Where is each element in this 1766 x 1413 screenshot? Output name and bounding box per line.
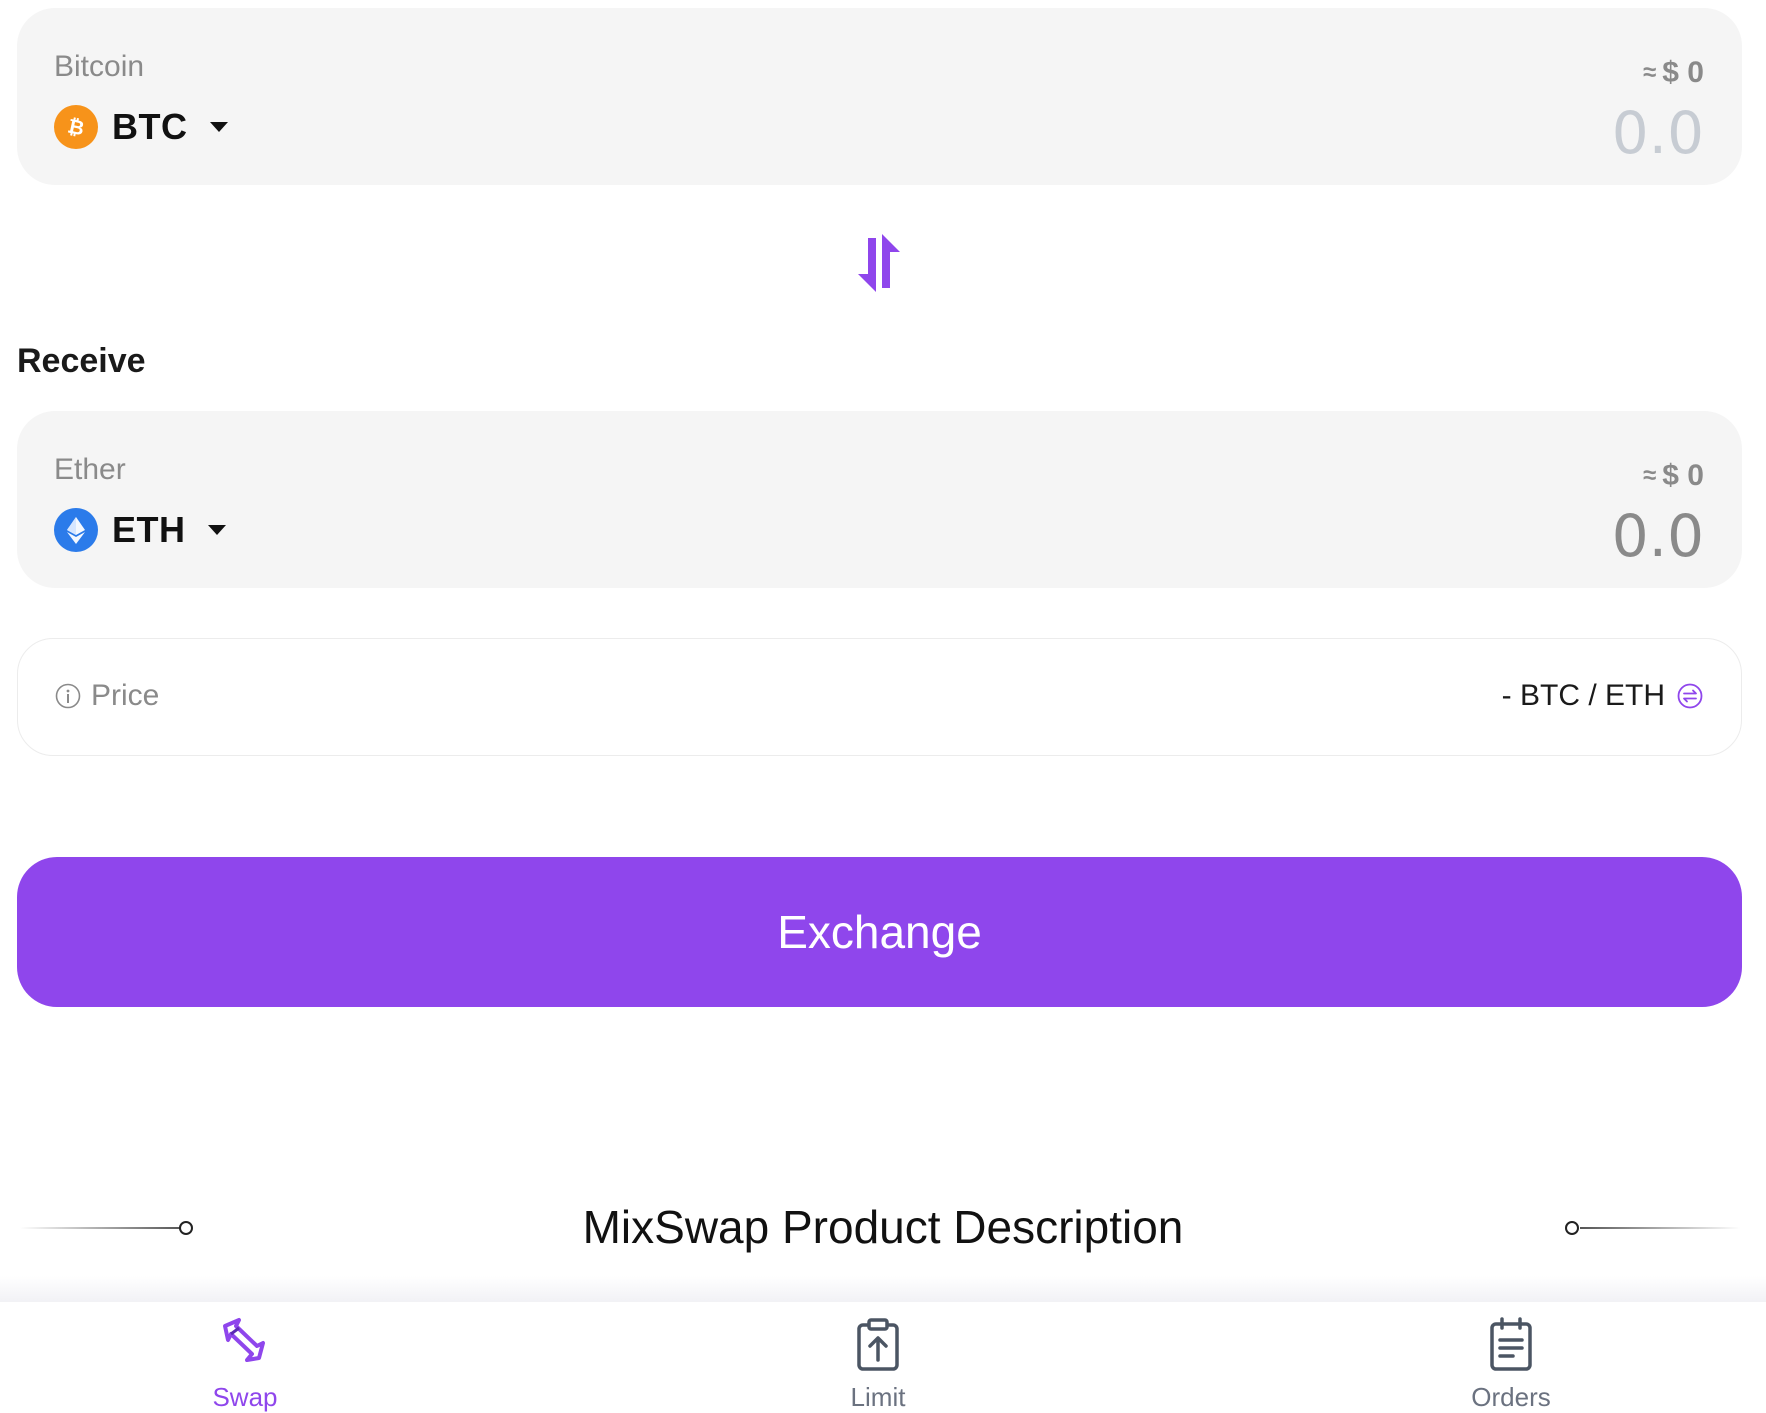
nav-label-swap: Swap xyxy=(212,1382,278,1412)
nav-item-limit[interactable]: Limit xyxy=(778,1316,978,1413)
bitcoin-icon: ₿ xyxy=(54,105,98,149)
receive-token-name: Ether xyxy=(54,453,126,486)
price-label-text: Price xyxy=(91,679,160,712)
swap-direction-button[interactable] xyxy=(852,234,906,292)
price-label: Price xyxy=(55,679,159,713)
bottom-nav: Swap Limit Orders xyxy=(0,1302,1766,1412)
svg-text:₿: ₿ xyxy=(66,114,87,141)
exchange-button[interactable]: Exchange xyxy=(17,857,1742,1007)
nav-item-orders[interactable]: Orders xyxy=(1411,1316,1611,1413)
product-description-heading: MixSwap Product Description xyxy=(582,1201,1184,1253)
price-value: - BTC / ETH xyxy=(1502,679,1703,713)
price-row: Price - BTC / ETH xyxy=(17,638,1742,756)
pay-usd-value: $ 0 xyxy=(1662,56,1704,89)
pay-token-name: Bitcoin xyxy=(54,50,145,83)
nav-item-swap[interactable]: Swap xyxy=(145,1316,345,1413)
swap-page: Bitcoin ₿ BTC ≈ $ 0 Receive Ether xyxy=(0,0,1766,1412)
receive-token-selector[interactable]: ETH xyxy=(54,507,226,553)
pay-amount-input[interactable] xyxy=(1204,98,1704,168)
nav-label-orders: Orders xyxy=(1471,1382,1551,1412)
receive-token-card: Ether ETH ≈ $ 0 xyxy=(17,411,1742,588)
chevron-down-icon xyxy=(207,525,226,535)
ethereum-icon xyxy=(54,508,98,552)
price-value-text: - BTC / ETH xyxy=(1501,679,1665,712)
pay-token-symbol: BTC xyxy=(112,106,188,147)
swap-nav-icon xyxy=(223,1318,265,1362)
receive-amount-field[interactable] xyxy=(1204,501,1704,571)
decorative-line-right xyxy=(1580,1227,1740,1229)
bottom-fade xyxy=(0,1276,1766,1302)
nav-label-limit: Limit xyxy=(850,1382,906,1412)
limit-nav-icon xyxy=(857,1318,899,1371)
orders-nav-icon xyxy=(1490,1317,1532,1371)
chevron-down-icon xyxy=(209,122,228,132)
decorative-dot-right xyxy=(1565,1221,1579,1235)
pay-token-selector[interactable]: ₿ BTC xyxy=(54,104,228,150)
approx-symbol: ≈ xyxy=(1643,59,1657,86)
pay-token-card: Bitcoin ₿ BTC ≈ $ 0 xyxy=(17,8,1742,185)
swap-arrows-icon xyxy=(858,234,900,292)
swap-rate-icon[interactable] xyxy=(1677,683,1703,709)
receive-token-symbol: ETH xyxy=(112,509,186,550)
receive-usd-value: $ 0 xyxy=(1662,459,1704,492)
info-icon[interactable] xyxy=(55,683,81,709)
receive-usd-estimate: ≈ $ 0 xyxy=(1643,459,1704,493)
approx-symbol: ≈ xyxy=(1643,462,1657,489)
receive-section-label: Receive xyxy=(17,342,146,380)
pay-usd-estimate: ≈ $ 0 xyxy=(1643,56,1704,90)
